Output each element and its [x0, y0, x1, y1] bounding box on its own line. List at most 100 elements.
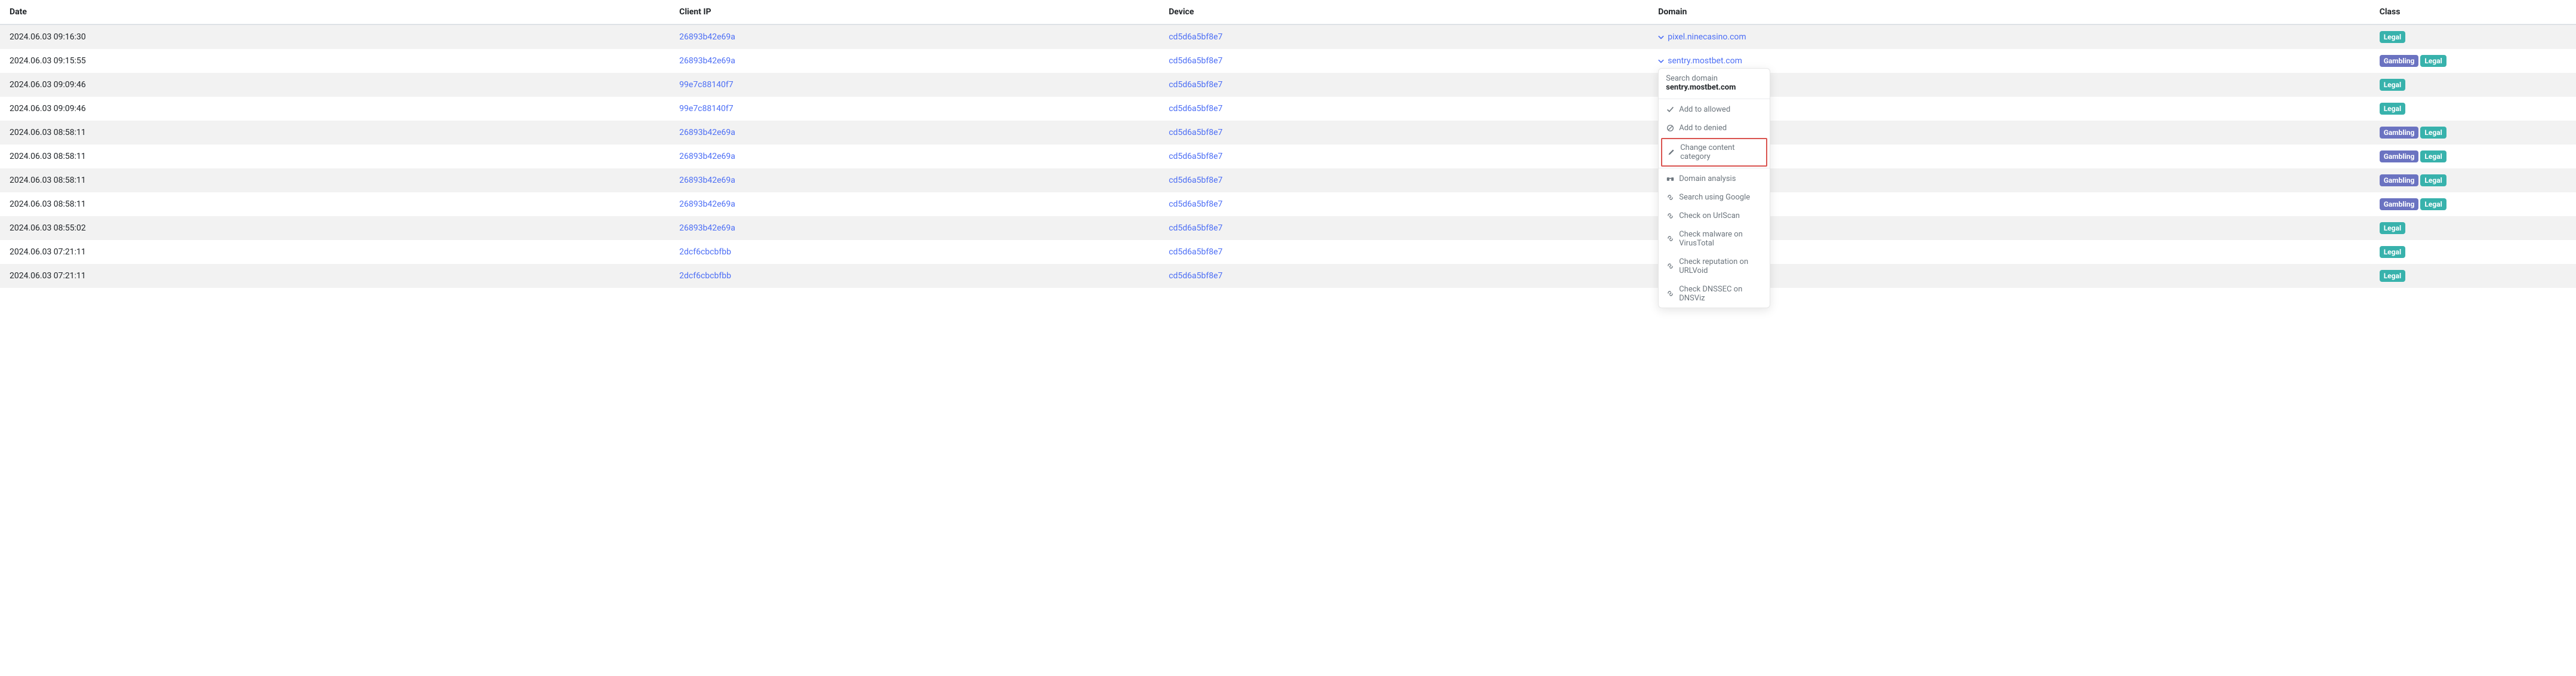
device-link[interactable]: cd5d6a5bf8e7: [1169, 80, 1222, 90]
cell-class: Legal: [2370, 264, 2576, 288]
cell-date: 2024.06.03 09:16:30: [0, 24, 670, 49]
cell-date: 2024.06.03 09:15:55: [0, 49, 670, 73]
cell-domain: pixel.ninecasino.com: [1648, 24, 2369, 49]
table-row: 2024.06.03 09:09:46 99e7c88140f7 cd5d6a5bf…: [0, 97, 2576, 121]
cell-class: GamblingLegal: [2370, 192, 2576, 216]
menu-check-urlvoid[interactable]: Check reputation on URLVoid: [1659, 253, 1770, 280]
cell-class: GamblingLegal: [2370, 145, 2576, 168]
table-row: 2024.06.03 09:16:30 26893b42e69a cd5d6a5bf…: [0, 24, 2576, 49]
client-ip-link[interactable]: 99e7c88140f7: [679, 104, 733, 113]
cell-date: 2024.06.03 08:58:11: [0, 192, 670, 216]
menu-add-denied[interactable]: Add to denied: [1659, 119, 1770, 137]
cell-date: 2024.06.03 08:58:11: [0, 121, 670, 145]
device-link[interactable]: cd5d6a5bf8e7: [1169, 152, 1222, 161]
table-row: 2024.06.03 08:55:02 26893b42e69a cd5d6a5bf…: [0, 216, 2576, 240]
device-link[interactable]: cd5d6a5bf8e7: [1169, 176, 1222, 185]
device-link[interactable]: cd5d6a5bf8e7: [1169, 247, 1222, 257]
cell-date: 2024.06.03 08:58:11: [0, 145, 670, 168]
ban-icon: [1666, 124, 1674, 132]
client-ip-link[interactable]: 26893b42e69a: [679, 223, 735, 233]
class-badge-gambling[interactable]: Gambling: [2380, 174, 2419, 186]
cell-class: Legal: [2370, 216, 2576, 240]
device-link[interactable]: cd5d6a5bf8e7: [1169, 199, 1222, 209]
cell-class: Legal: [2370, 73, 2576, 97]
client-ip-link[interactable]: 26893b42e69a: [679, 176, 735, 185]
device-link[interactable]: cd5d6a5bf8e7: [1169, 56, 1222, 66]
client-ip-link[interactable]: 26893b42e69a: [679, 56, 735, 66]
class-badge-legal[interactable]: Legal: [2420, 174, 2446, 186]
dropdown-header-prefix: Search domain: [1666, 74, 1718, 83]
dropdown-header: Search domain sentry.mostbet.com: [1659, 69, 1770, 97]
col-header-domain: Domain: [1648, 0, 2369, 24]
cell-domain: sentry.mostbet.comSearch domain sentry.m…: [1648, 49, 2369, 73]
table-row: 2024.06.03 09:09:46 99e7c88140f7 cd5d6a5bf…: [0, 73, 2576, 97]
menu-check-virustotal[interactable]: Check malware on VirusTotal: [1659, 225, 1770, 253]
class-badge-legal[interactable]: Legal: [2380, 246, 2405, 258]
cell-class: GamblingLegal: [2370, 121, 2576, 145]
menu-item-label: Check DNSSEC on DNSViz: [1679, 285, 1762, 303]
link-icon: [1666, 211, 1674, 220]
menu-change-category[interactable]: Change content category: [1661, 138, 1767, 167]
link-icon: [1666, 262, 1674, 271]
device-link[interactable]: cd5d6a5bf8e7: [1169, 104, 1222, 113]
cell-date: 2024.06.03 07:21:11: [0, 264, 670, 288]
client-ip-link[interactable]: 99e7c88140f7: [679, 80, 733, 90]
class-badge-legal[interactable]: Legal: [2420, 198, 2446, 210]
class-badge-gambling[interactable]: Gambling: [2380, 150, 2419, 162]
col-header-class: Class: [2370, 0, 2576, 24]
table-row: 2024.06.03 07:21:11 2dcf6cbcbfbb cd5d6a5bf…: [0, 264, 2576, 288]
cell-class: GamblingLegal: [2370, 49, 2576, 73]
class-badge-legal[interactable]: Legal: [2380, 103, 2405, 115]
class-badge-legal[interactable]: Legal: [2380, 222, 2405, 234]
link-icon: [1666, 235, 1674, 243]
class-badge-legal[interactable]: Legal: [2380, 31, 2405, 43]
menu-check-dnsviz[interactable]: Check DNSSEC on DNSViz: [1659, 280, 1770, 308]
menu-item-label: Check on UrlScan: [1679, 211, 1740, 220]
client-ip-link[interactable]: 2dcf6cbcbfbb: [679, 271, 731, 281]
client-ip-link[interactable]: 26893b42e69a: [679, 128, 735, 137]
class-badge-gambling[interactable]: Gambling: [2380, 127, 2419, 139]
menu-item-label: Add to denied: [1679, 124, 1727, 133]
menu-item-label: Check malware on VirusTotal: [1679, 230, 1762, 248]
table-header-row: Date Client IP Device Domain Class: [0, 0, 2576, 24]
domain-context-menu: Search domain sentry.mostbet.com Add to a…: [1658, 68, 1770, 308]
domain-text: sentry.mostbet.com: [1668, 56, 1742, 66]
device-link[interactable]: cd5d6a5bf8e7: [1169, 271, 1222, 281]
col-header-date: Date: [0, 0, 670, 24]
chevron-down-icon: [1658, 34, 1664, 40]
class-badge-legal[interactable]: Legal: [2420, 150, 2446, 162]
class-badge-legal[interactable]: Legal: [2380, 79, 2405, 91]
client-ip-link[interactable]: 26893b42e69a: [679, 199, 735, 209]
device-link[interactable]: cd5d6a5bf8e7: [1169, 128, 1222, 137]
chevron-down-icon: [1658, 58, 1664, 64]
client-ip-link[interactable]: 2dcf6cbcbfbb: [679, 247, 731, 257]
menu-search-google[interactable]: Search using Google: [1659, 188, 1770, 207]
cell-class: Legal: [2370, 97, 2576, 121]
menu-add-allowed[interactable]: Add to allowed: [1659, 100, 1770, 119]
table-row: 2024.06.03 08:58:11 26893b42e69a cd5d6a5bf…: [0, 192, 2576, 216]
menu-item-label: Change content category: [1680, 143, 1761, 161]
domain-toggle[interactable]: pixel.ninecasino.com: [1658, 32, 1746, 42]
client-ip-link[interactable]: 26893b42e69a: [679, 152, 735, 161]
menu-check-urlscan[interactable]: Check on UrlScan: [1659, 207, 1770, 225]
menu-item-label: Check reputation on URLVoid: [1679, 257, 1762, 275]
cell-date: 2024.06.03 09:09:46: [0, 73, 670, 97]
class-badge-gambling[interactable]: Gambling: [2380, 198, 2419, 210]
device-link[interactable]: cd5d6a5bf8e7: [1169, 223, 1222, 233]
cell-class: Legal: [2370, 24, 2576, 49]
class-badge-legal[interactable]: Legal: [2420, 55, 2446, 67]
cell-date: 2024.06.03 08:55:02: [0, 216, 670, 240]
device-link[interactable]: cd5d6a5bf8e7: [1169, 32, 1222, 42]
table-row: 2024.06.03 08:58:1126893b42e69acd5d6a5bf…: [0, 168, 2576, 192]
class-badge-gambling[interactable]: Gambling: [2380, 55, 2419, 67]
cell-date: 2024.06.03 09:09:46: [0, 97, 670, 121]
client-ip-link[interactable]: 26893b42e69a: [679, 32, 735, 42]
cell-class: GamblingLegal: [2370, 168, 2576, 192]
table-row: 2024.06.03 07:21:112dcf6cbcbfbbcd5d6a5bf…: [0, 240, 2576, 264]
class-badge-legal[interactable]: Legal: [2420, 127, 2446, 139]
class-badge-legal[interactable]: Legal: [2380, 270, 2405, 282]
menu-item-label: Add to allowed: [1679, 105, 1730, 114]
check-icon: [1666, 105, 1674, 113]
domain-toggle[interactable]: sentry.mostbet.com: [1658, 56, 1742, 66]
menu-domain-analysis[interactable]: Domain analysis: [1659, 170, 1770, 188]
